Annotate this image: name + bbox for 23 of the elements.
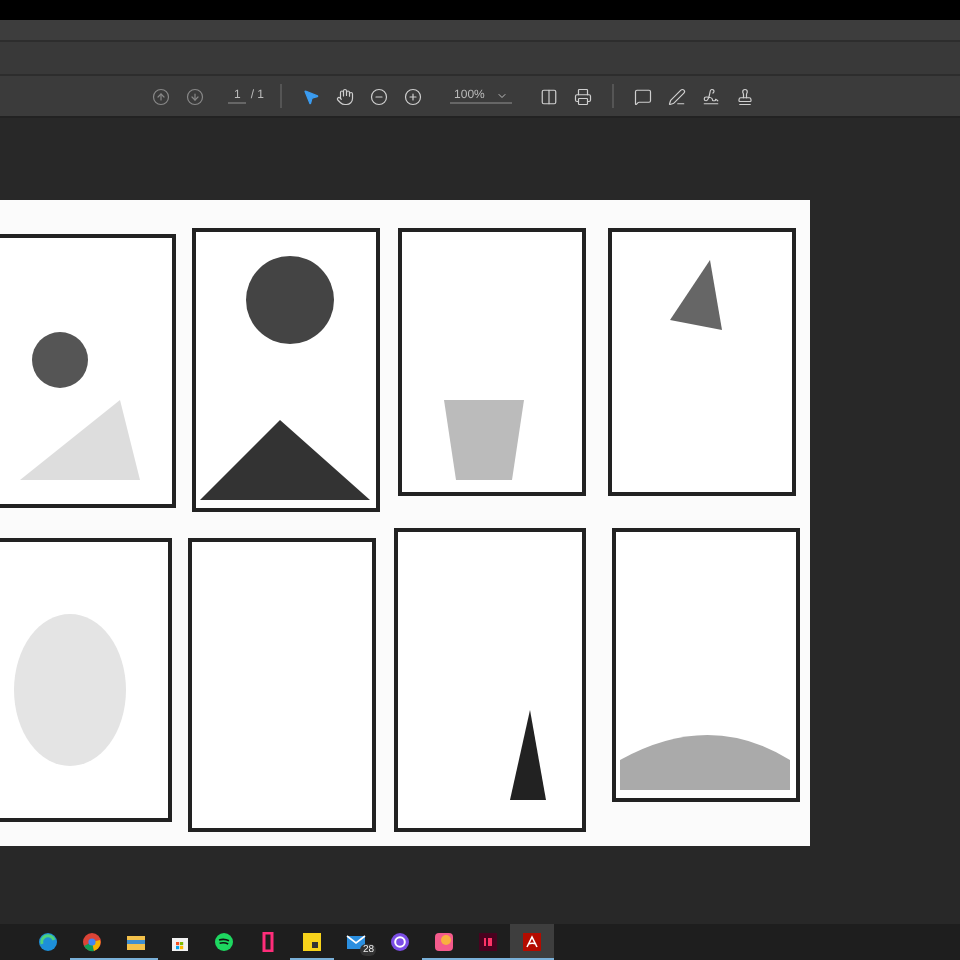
circle-icon [390,931,410,951]
sign-button[interactable] [702,87,721,105]
gradient-square-icon [434,931,454,951]
select-tool-button[interactable] [302,87,321,105]
browser-icon [82,931,102,951]
swirl-icon [38,931,58,951]
page-view-button[interactable] [540,87,559,105]
caret-icon [496,89,509,101]
next-page-button[interactable] [186,87,204,105]
app-square-icon [478,931,498,951]
hand-tool-button[interactable] [336,87,355,105]
pen-button[interactable] [668,87,687,105]
zoom-out-button[interactable] [370,87,389,105]
previous-page-button[interactable] [152,87,170,105]
comment-button[interactable] [634,87,653,105]
mail-icon [346,931,366,951]
sticky-note-icon [302,931,322,951]
pdf-app-icon [522,931,542,951]
stamp-button[interactable] [736,87,755,105]
music-icon [214,931,234,951]
print-button[interactable] [574,87,593,105]
zoom-in-button[interactable] [404,87,423,105]
folder-icon [126,931,146,951]
